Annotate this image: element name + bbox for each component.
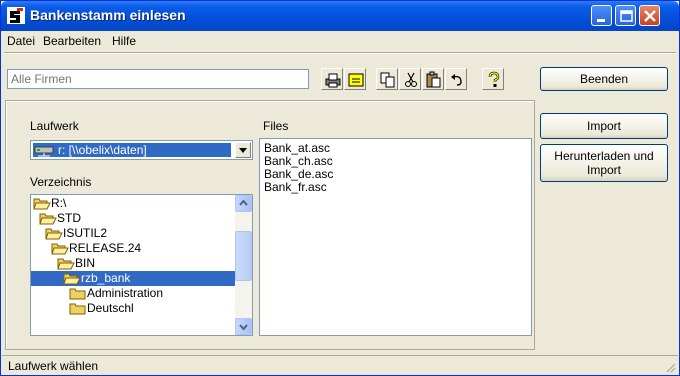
scissors-icon [405, 72, 417, 87]
cut-button[interactable] [399, 68, 421, 90]
notes-button[interactable] [344, 68, 366, 90]
file-item[interactable]: Bank_fr.asc [264, 180, 327, 194]
undo-button[interactable] [445, 68, 467, 90]
print-button[interactable] [321, 68, 343, 90]
open-folder-icon [45, 228, 63, 240]
clipboard-icon [426, 71, 441, 88]
toolbar-separator [4, 52, 676, 54]
help-icon [488, 71, 500, 87]
minimize-icon [597, 19, 605, 22]
app-icon [7, 7, 25, 24]
dir-item[interactable]: STD [31, 211, 235, 226]
help-button[interactable] [482, 68, 504, 90]
open-folder-icon [63, 273, 81, 285]
drive-combobox[interactable]: r: [\\obelix\daten] [30, 140, 253, 160]
undo-icon [451, 74, 462, 86]
drive-dropdown-button[interactable] [235, 142, 251, 158]
dir-item-selected[interactable]: rzb_bank [31, 271, 235, 286]
window-title: Bankenstamm einlesen [30, 7, 186, 23]
end-button[interactable]: Beenden [540, 67, 668, 91]
status-text: Laufwerk wählen [8, 359, 99, 373]
maximize-button[interactable] [615, 5, 636, 26]
dir-item[interactable]: Administration [31, 286, 235, 301]
files-label: Files [263, 119, 289, 133]
title-bar[interactable]: Bankenstamm einlesen [1, 1, 679, 31]
minimize-button[interactable] [591, 5, 612, 26]
open-folder-icon [33, 198, 51, 210]
close-icon [644, 10, 656, 22]
file-item[interactable]: Bank_ch.asc [264, 154, 333, 168]
download-import-label-line2: Import [586, 163, 621, 177]
file-item[interactable]: Bank_at.asc [264, 141, 330, 155]
printer-icon [325, 73, 341, 88]
paste-button[interactable] [422, 68, 444, 90]
import-button[interactable]: Import [540, 113, 668, 139]
dir-item[interactable]: BIN [31, 256, 235, 271]
directory-label: Verzeichnis [30, 175, 92, 189]
status-bar: Laufwerk wählen [2, 355, 678, 375]
drive-label: Laufwerk [30, 119, 79, 133]
scroll-down-button[interactable] [235, 318, 252, 335]
chevron-down-icon [239, 148, 247, 153]
dir-item[interactable]: Deutschl [31, 301, 235, 316]
chevron-down-icon [239, 324, 248, 331]
menu-hilfe[interactable]: Hilfe [112, 34, 136, 48]
menu-bearbeiten[interactable]: Bearbeiten [43, 34, 101, 48]
drive-value: r: [\\obelix\daten] [58, 143, 147, 157]
open-folder-icon [57, 258, 75, 270]
copy-icon [380, 72, 395, 88]
note-icon [348, 73, 364, 87]
dir-item[interactable]: R:\ [31, 196, 235, 211]
open-folder-icon [51, 243, 69, 255]
resize-grip-icon[interactable] [664, 361, 676, 373]
chevron-up-icon [239, 199, 248, 206]
directory-list[interactable]: R:\ STD ISUTIL2 RELEASE.24 BIN rzb_bank … [30, 194, 253, 336]
files-list[interactable]: Bank_at.asc Bank_ch.asc Bank_de.asc Bank… [259, 138, 532, 336]
file-item[interactable]: Bank_de.asc [264, 167, 333, 181]
menu-datei[interactable]: Datei [7, 34, 35, 48]
download-import-button[interactable]: Herunterladen und Import [540, 144, 668, 182]
folder-icon [69, 303, 86, 315]
scroll-up-button[interactable] [235, 195, 252, 212]
folder-icon [69, 288, 86, 300]
dir-item[interactable]: RELEASE.24 [31, 241, 235, 256]
close-button[interactable] [639, 5, 660, 26]
scroll-thumb[interactable] [235, 231, 252, 281]
download-import-label-line1: Herunterladen und [554, 149, 654, 163]
company-filter-input[interactable] [7, 69, 309, 89]
dir-item[interactable]: ISUTIL2 [31, 226, 235, 241]
app-window: Bankenstamm einlesen Datei Bearbeiten Hi… [0, 0, 680, 376]
network-drive-icon [34, 146, 54, 157]
drive-selected: r: [\\obelix\daten] [33, 143, 231, 157]
maximize-icon [620, 10, 633, 22]
directory-scrollbar[interactable] [235, 195, 252, 335]
menu-bar: Datei Bearbeiten Hilfe [2, 31, 678, 51]
copy-button[interactable] [376, 68, 398, 90]
open-folder-icon [39, 213, 57, 225]
